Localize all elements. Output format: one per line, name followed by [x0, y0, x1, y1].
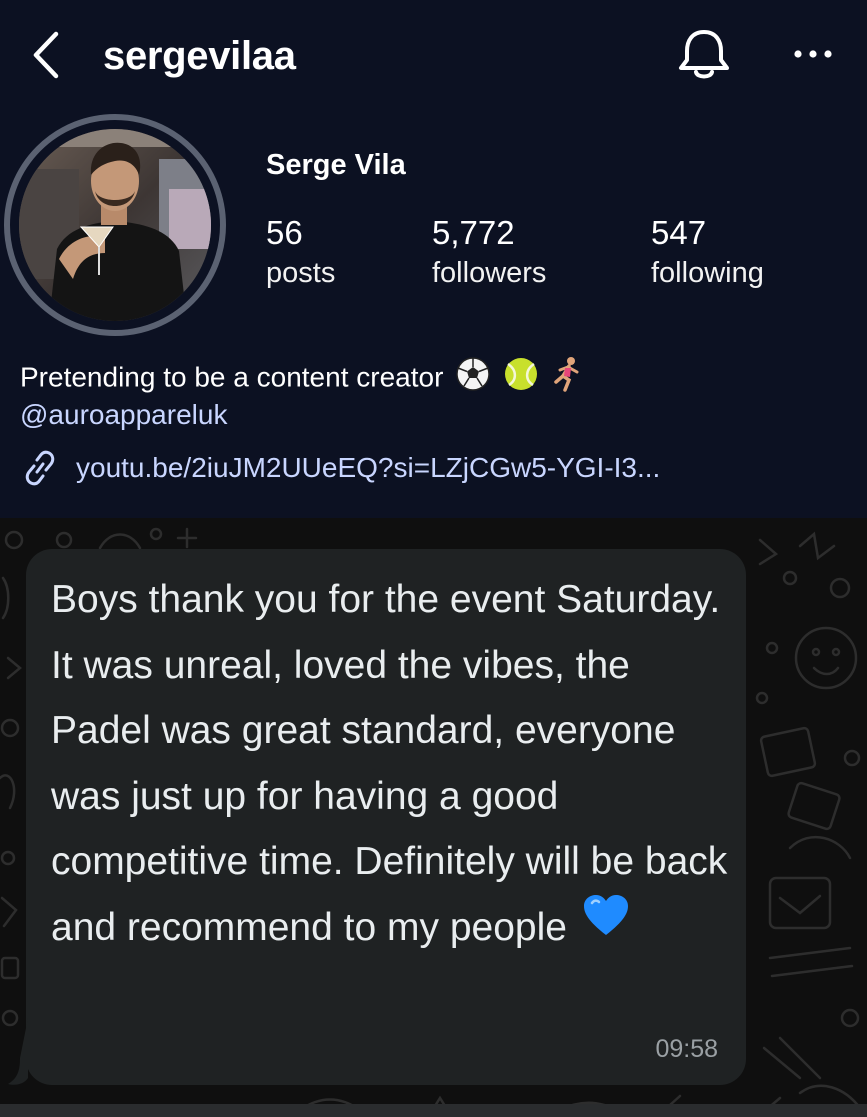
- posts-label: posts: [266, 257, 336, 289]
- more-dots-icon: [794, 50, 832, 58]
- bubble-tail: [8, 1018, 28, 1085]
- avatar[interactable]: [19, 129, 211, 321]
- link-icon: [25, 450, 55, 486]
- following-stat[interactable]: 547 following: [651, 212, 764, 292]
- bell-icon: [679, 30, 729, 79]
- message-timestamp: 09:58: [655, 1035, 718, 1063]
- followers-count: 5,772: [432, 214, 515, 251]
- soccer-ball-icon: [455, 356, 491, 402]
- followers-label: followers: [432, 257, 547, 289]
- bio-mention-link[interactable]: @auroappareluk: [20, 396, 227, 434]
- message-body: Boys thank you for the event Saturday. I…: [51, 567, 731, 960]
- runner-icon: [551, 356, 583, 402]
- notifications-button[interactable]: [674, 26, 734, 84]
- bio-link-text: youtu.be/2iuJM2UUeEQ?si=LZjCGw5-YGI-I3..…: [76, 452, 661, 483]
- chat-area: Boys thank you for the event Saturday. I…: [0, 518, 867, 1117]
- profile-username: sergevilaa: [103, 34, 296, 78]
- back-button[interactable]: [28, 30, 68, 80]
- display-name: Serge Vila: [266, 149, 406, 181]
- following-count: 547: [651, 214, 707, 251]
- message-bubble[interactable]: Boys thank you for the event Saturday. I…: [26, 549, 746, 1085]
- top-bar: sergevilaa: [0, 0, 867, 112]
- posts-stat[interactable]: 56 posts: [266, 212, 335, 292]
- tennis-ball-icon: [503, 356, 539, 402]
- blue-heart-icon: [582, 892, 630, 958]
- following-label: following: [651, 257, 764, 289]
- posts-count: 56: [266, 214, 303, 251]
- followers-stat[interactable]: 5,772 followers: [432, 212, 546, 292]
- bio-text: Pretending to be a content creator: [20, 361, 444, 393]
- profile-header: sergevilaa Serge Vila 56 posts 5,772 fol…: [0, 0, 867, 518]
- profile-photo: [19, 129, 211, 321]
- more-options-button[interactable]: [790, 36, 836, 72]
- bottom-edge: [0, 1104, 867, 1117]
- chevron-left-icon: [33, 31, 59, 79]
